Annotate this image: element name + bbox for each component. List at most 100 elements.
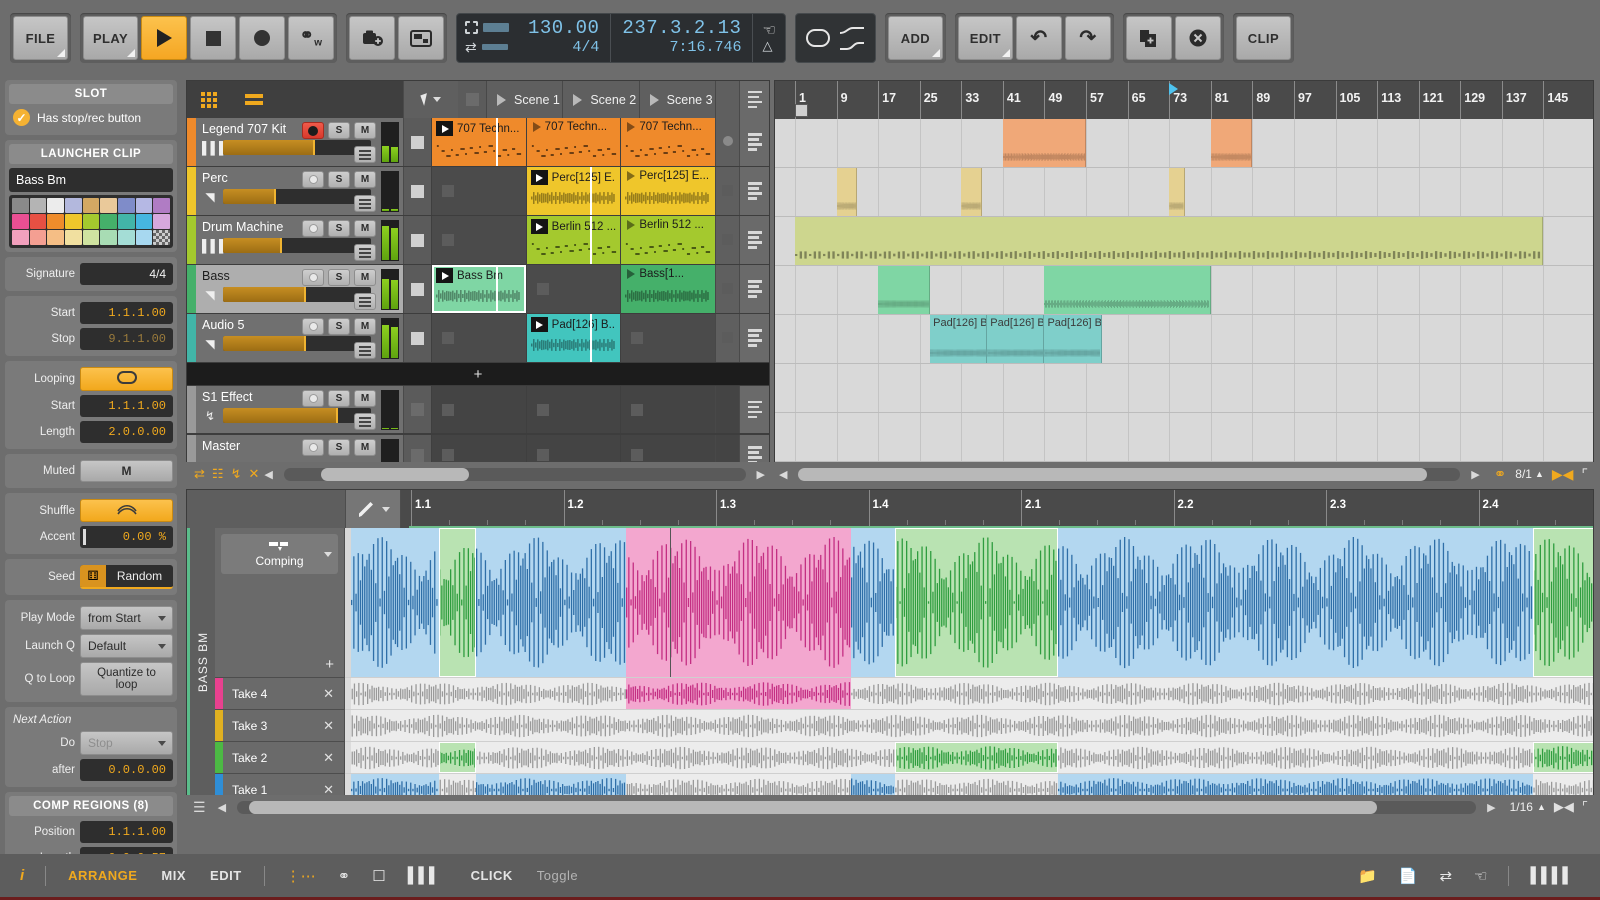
arranger-clip[interactable]: Pad[126] Bm A [1044, 315, 1101, 363]
track-menu-button[interactable] [739, 314, 769, 362]
take-active-segment[interactable] [851, 774, 895, 796]
ed-scroll-right-arrow[interactable]: ▶ [1482, 801, 1500, 814]
panel-layout-button[interactable] [398, 16, 444, 60]
arr-scroll-left-arrow[interactable]: ◀ [774, 468, 792, 481]
track-list-button[interactable] [354, 342, 376, 359]
clip-play-icon[interactable] [531, 219, 548, 234]
scene-header-3[interactable]: Scene 3 [639, 81, 715, 118]
track-header[interactable]: Legend 707 Kit S M ▌▌▌ [196, 118, 403, 166]
track-mute[interactable]: M [354, 269, 376, 286]
zoom-caret-icon[interactable]: ▲ [1535, 469, 1544, 479]
has-stop-rec-checkbox[interactable]: ✓ Has stop/rec button [9, 104, 173, 131]
ed-scroll-left-arrow[interactable]: ◀ [213, 801, 231, 814]
color-swatch[interactable] [118, 230, 135, 245]
take-active-segment[interactable] [351, 774, 439, 796]
clip-slot[interactable]: Perc[125] E... [526, 167, 621, 215]
arranger-lane[interactable] [775, 217, 1593, 266]
track-volume-slider[interactable] [223, 238, 371, 253]
take-active-segment[interactable] [1533, 742, 1594, 773]
track-list-button[interactable] [354, 244, 376, 261]
undo-button[interactable]: ↶ [1016, 16, 1062, 60]
track-menu-button[interactable] [739, 216, 769, 264]
comp-segment[interactable] [895, 528, 1058, 677]
track-menu-button[interactable] [739, 386, 769, 433]
slot-square-icon[interactable] [722, 332, 733, 343]
duplicate-button[interactable] [1126, 16, 1172, 60]
color-swatch[interactable] [136, 198, 153, 213]
edit-button[interactable]: EDIT [958, 16, 1013, 60]
color-swatch[interactable] [47, 198, 64, 213]
take-waveform-pane[interactable] [345, 709, 1593, 741]
do-select[interactable]: Stop [80, 731, 173, 755]
empty-clip-slot[interactable] [431, 314, 526, 362]
clip-slot[interactable]: 707 Techn... [620, 118, 715, 166]
color-swatch[interactable] [118, 198, 135, 213]
editor-scroll-track[interactable] [237, 801, 1476, 814]
shuffle-toggle[interactable] [80, 499, 173, 522]
close-icon[interactable]: ✕ [248, 466, 259, 482]
position-cell[interactable]: 237.3.2.13 7:16.746 [611, 14, 753, 62]
color-swatch[interactable] [12, 214, 29, 229]
take-active-segment[interactable] [626, 678, 851, 709]
tempo-cell[interactable]: 130.00 4/4 [517, 14, 611, 62]
color-swatch[interactable] [83, 230, 100, 245]
color-swatch[interactable] [153, 230, 170, 245]
scene-header-1[interactable]: Scene 1 [486, 81, 562, 118]
scroll-right-arrow[interactable]: ▶ [752, 468, 770, 481]
play-mode-button[interactable]: PLAY [83, 16, 138, 60]
color-swatch[interactable] [30, 198, 47, 213]
stop-button[interactable] [190, 16, 236, 60]
track-header[interactable]: Audio 5 S M ◥ [196, 314, 403, 362]
stop-all-icon[interactable] [466, 93, 479, 106]
take-active-segment[interactable] [476, 774, 626, 796]
layout-icon[interactable]: ☷ [212, 466, 224, 482]
color-swatch[interactable] [30, 230, 47, 245]
session-track-row[interactable]: Perc S M ◥ Perc[125] E... [187, 167, 769, 216]
comp-segment[interactable] [1533, 528, 1594, 677]
empty-clip-slot[interactable] [526, 265, 621, 313]
fit-icon[interactable]: ⌜ [1581, 466, 1594, 483]
view-tab-arrange[interactable]: ARRANGE [56, 868, 149, 883]
take-close-icon[interactable]: ✕ [323, 750, 344, 766]
color-swatch[interactable] [65, 214, 82, 229]
track-list-button[interactable] [354, 146, 376, 163]
redo-button[interactable]: ↷ [1065, 16, 1111, 60]
track-solo[interactable]: S [328, 318, 350, 335]
clip-slot[interactable]: Perc[125] E... [620, 167, 715, 215]
arranger-clip[interactable] [878, 266, 930, 314]
empty-clip-slot[interactable] [526, 386, 621, 433]
delete-button[interactable] [1175, 16, 1221, 60]
clip-play-icon[interactable] [627, 171, 635, 181]
track-solo[interactable]: S [328, 220, 350, 237]
clip-name-field[interactable]: Bass Bm [9, 168, 173, 192]
track-solo[interactable]: S [328, 122, 350, 139]
track-color-strip[interactable] [187, 265, 196, 313]
track-stop-cell[interactable] [403, 386, 431, 433]
scene-header-2[interactable]: Scene 2 [562, 81, 638, 118]
empty-clip-slot[interactable] [431, 216, 526, 264]
color-swatch[interactable] [30, 214, 47, 229]
snap-icon[interactable]: ▶◀ [1546, 799, 1582, 815]
comp-segment[interactable] [626, 528, 851, 677]
arranger-clip[interactable]: Pad[126] Bm A [930, 315, 987, 363]
track-mute[interactable]: M [354, 439, 376, 456]
clip[interactable]: Perc[125] E... [527, 167, 621, 215]
color-swatch[interactable] [100, 230, 117, 245]
arranger-clip[interactable] [837, 168, 858, 216]
stop-value[interactable]: 9.1.1.00 [80, 328, 173, 350]
signature-value[interactable]: 4/4 [80, 263, 173, 285]
track-record-arm[interactable] [302, 171, 324, 188]
arranger-scroll-thumb[interactable] [798, 468, 1427, 481]
track-header[interactable]: S1 Effect S M ↯ [196, 386, 403, 433]
dice-icon[interactable]: ⚅ [80, 565, 106, 587]
click-label[interactable]: CLICK [451, 868, 525, 883]
list-view-icon[interactable] [245, 94, 263, 105]
arranger-clip[interactable] [1003, 119, 1086, 167]
arranger-clip[interactable] [795, 217, 1543, 265]
quantize-icon[interactable]: ⋮⋯ [275, 867, 327, 885]
arr-scroll-right-arrow[interactable]: ▶ [1466, 468, 1484, 481]
arranger-clip[interactable] [1169, 168, 1185, 216]
clip[interactable]: 707 Techn... [621, 118, 715, 166]
arranger-clip[interactable] [1211, 119, 1253, 167]
track-color-strip[interactable] [187, 314, 196, 362]
